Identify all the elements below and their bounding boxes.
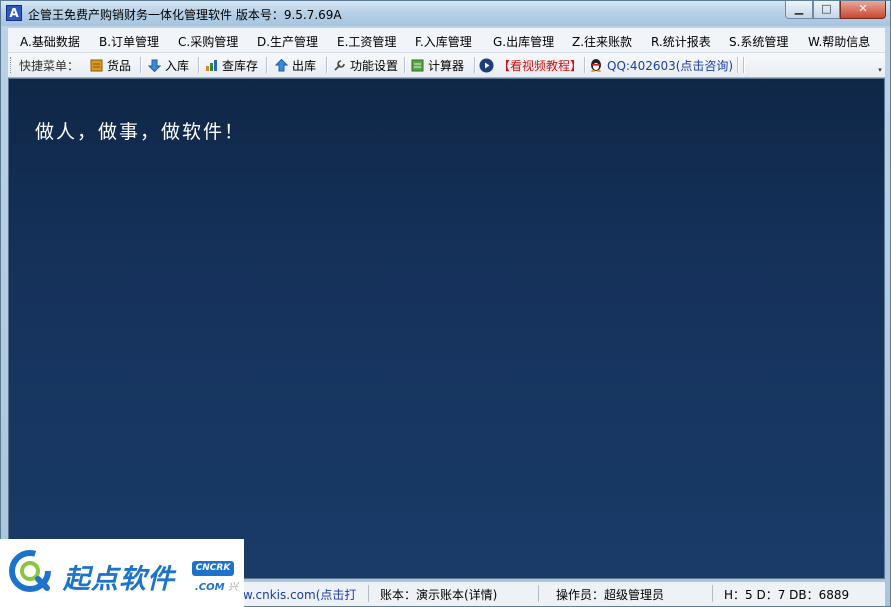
website-link[interactable]: w.cnkis.com(点击打 [243, 586, 356, 603]
stock-in-button[interactable]: 入库 [148, 57, 189, 73]
menu-system-management[interactable]: S.系统管理 [729, 33, 788, 50]
arrow-down-icon [148, 59, 161, 72]
goods-icon [90, 59, 103, 71]
watermark-text: 起点软件 [63, 564, 175, 595]
toolbar-separator [584, 57, 586, 73]
toolbar-grip[interactable] [10, 57, 13, 73]
menu-basic-data[interactable]: A.基础数据 [20, 33, 80, 50]
goods-label: 货品 [107, 58, 132, 73]
watermark-logo: 起点软件 CNCRK .COM 兴 [0, 539, 244, 607]
calculator-label: 计算器 [428, 58, 465, 73]
qq-penguin-icon [591, 59, 601, 72]
stock-out-button[interactable]: 出库 [275, 57, 316, 73]
watermark-domain: .COM 兴 [195, 578, 238, 593]
toolbar-separator [474, 57, 476, 73]
stock-in-label: 入库 [165, 58, 190, 73]
goods-button[interactable]: 货品 [90, 57, 131, 73]
app-window: A 企管王免费产购销财务一体化管理软件 版本号：9.5.7.69A ▁ □ ✕ … [0, 0, 891, 607]
quick-menu-label: 快捷菜单： [19, 58, 80, 73]
minimize-button[interactable]: ▁ [785, 1, 813, 19]
video-tutorial-button[interactable]: 【看视频教程】 [479, 57, 582, 73]
video-tutorial-label: 【看视频教程】 [498, 58, 583, 73]
arrow-up-icon [275, 58, 288, 71]
toolbar-separator [737, 57, 739, 73]
toolbar-separator [404, 57, 406, 73]
main-workspace: 做人，做事，做软件！ [8, 78, 885, 579]
quick-toolbar: 快捷菜单： 货品 入库 查库存 出库 功能设置 计算器 【看视频教程】 QQ:4… [8, 53, 885, 78]
bar-chart-icon [206, 59, 217, 71]
watermark-com-suffix: 兴 [228, 582, 239, 593]
toolbar-separator [743, 57, 745, 73]
toolbar-overflow-icon[interactable]: ▾ [876, 66, 884, 75]
feature-settings-label: 功能设置 [350, 58, 399, 73]
check-stock-button[interactable]: 查库存 [205, 57, 258, 73]
calculator-button[interactable]: 计算器 [411, 57, 464, 73]
status-separator [368, 585, 369, 602]
menu-reports[interactable]: R.统计报表 [651, 33, 711, 50]
wrench-icon [334, 59, 345, 71]
status-separator [712, 585, 713, 602]
operator-status: 操作员：超级管理员 [556, 588, 665, 602]
menu-stock-in-management[interactable]: F.入库管理 [415, 33, 472, 50]
window-title: 企管王免费产购销财务一体化管理软件 版本号：9.5.7.69A [28, 8, 342, 22]
feature-settings-button[interactable]: 功能设置 [333, 57, 398, 73]
watermark-badge: CNCRK [192, 561, 234, 576]
menu-payroll-management[interactable]: E.工资管理 [337, 33, 396, 50]
title-bar[interactable]: A 企管王免费产购销财务一体化管理软件 版本号：9.5.7.69A ▁ □ ✕ [1, 1, 890, 26]
calculator-icon [411, 59, 424, 71]
menu-order-management[interactable]: B.订单管理 [99, 33, 159, 50]
check-stock-label: 查库存 [222, 58, 259, 73]
qq-consult-label: QQ:402603(点击咨询) [607, 58, 734, 73]
watermark-com: .COM [195, 582, 225, 593]
menu-help[interactable]: W.帮助信息 [808, 33, 870, 50]
toolbar-separator [326, 57, 328, 73]
slogan-text: 做人，做事，做软件！ [35, 121, 246, 143]
stock-out-label: 出库 [292, 58, 317, 73]
db-info-status: H：5 D：7 DB：6889 [724, 588, 850, 602]
qq-consult-button[interactable]: QQ:402603(点击咨询) [589, 57, 733, 73]
close-button[interactable]: ✕ [840, 1, 886, 19]
menu-accounts[interactable]: Z.往来账款 [572, 33, 632, 50]
toolbar-separator [266, 57, 268, 73]
maximize-button[interactable]: □ [813, 1, 840, 19]
menu-stock-out-management[interactable]: G.出库管理 [493, 33, 554, 50]
status-separator [538, 585, 539, 602]
cncrk-logo-icon [9, 550, 51, 592]
toolbar-separator [198, 57, 200, 73]
play-icon [479, 58, 494, 72]
menu-purchase-management[interactable]: C.采购管理 [178, 33, 238, 50]
toolbar-separator [140, 57, 142, 73]
account-book-status[interactable]: 账本：演示账本(详情) [380, 586, 497, 603]
app-logo-icon[interactable]: A [6, 5, 22, 21]
menu-bar: A.基础数据 B.订单管理 C.采购管理 D.生产管理 E.工资管理 F.入库管… [8, 28, 885, 53]
menu-production-management[interactable]: D.生产管理 [257, 33, 318, 50]
